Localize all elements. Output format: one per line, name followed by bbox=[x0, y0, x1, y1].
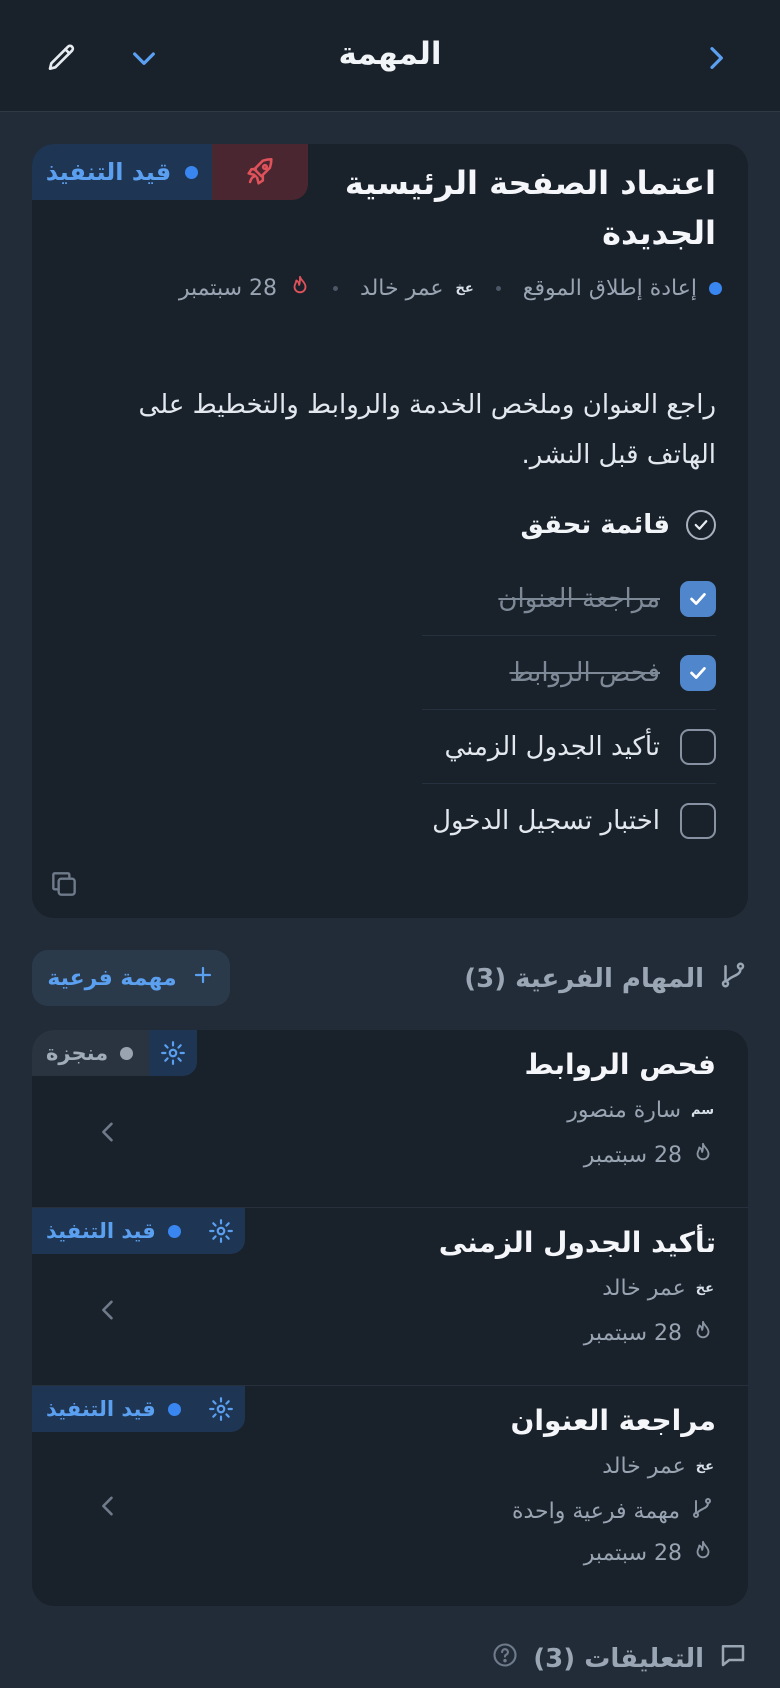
status-text: قيد التنفيذ bbox=[45, 158, 172, 186]
page-title: المهمة bbox=[338, 36, 442, 72]
subtask-assignee: سم سارة منصور bbox=[567, 1098, 714, 1123]
chevron-left-icon[interactable] bbox=[94, 1492, 122, 1524]
flame-icon bbox=[692, 1538, 714, 1568]
checklist-item-label: فحص الروابط bbox=[509, 657, 660, 688]
status-dot bbox=[167, 1224, 181, 1238]
status-badge: منجزة bbox=[32, 1030, 198, 1076]
avatar: سم bbox=[691, 1103, 714, 1118]
project-name[interactable]: إعادة إطلاق الموقع bbox=[523, 276, 697, 301]
separator bbox=[495, 285, 501, 291]
rocket-icon bbox=[212, 144, 308, 200]
subtask-due: 28 سبتمبر bbox=[584, 1538, 714, 1568]
comments-heading: التعليقات (3) bbox=[533, 1643, 704, 1674]
gear-icon bbox=[196, 1386, 245, 1432]
help-icon[interactable] bbox=[491, 1641, 519, 1676]
add-subtask-button[interactable]: مهمة فرعية bbox=[32, 950, 230, 1006]
checkbox-checked[interactable] bbox=[680, 654, 716, 691]
avatar: عخ bbox=[695, 1281, 714, 1296]
avatar: عخ bbox=[455, 280, 474, 296]
checklist-item[interactable]: فحص الروابط bbox=[422, 636, 716, 710]
checklist-item-label: مراجعة العنوان bbox=[498, 583, 660, 614]
subtasks-list: منجزة فحص الروابط سم سارة منصور 28 سبتمب… bbox=[32, 1030, 748, 1606]
separator bbox=[333, 285, 339, 291]
comments-header[interactable]: التعليقات (3) bbox=[491, 1640, 748, 1677]
description-line1: راجع العنوان وملخص الخدمة والروابط والتخ… bbox=[138, 390, 716, 420]
status-label-part: منجزة bbox=[32, 1030, 150, 1076]
add-subtask-label: مهمة فرعية bbox=[47, 965, 177, 991]
subtasks-heading: المهام الفرعية (3) bbox=[464, 963, 704, 994]
description-line2: الهاتف قبل النشر. bbox=[521, 440, 717, 470]
status-text: قيد التنفيذ bbox=[46, 1397, 156, 1421]
subtask-title: تأكيد الجدول الزمنى bbox=[438, 1226, 716, 1259]
checklist-item[interactable]: اختبار تسجيل الدخول bbox=[422, 784, 716, 858]
flame-icon bbox=[692, 1318, 714, 1348]
status-label-part: قيد التنفيذ bbox=[32, 1208, 197, 1254]
status-badge[interactable]: قيد التنفيذ bbox=[32, 144, 308, 200]
subtask-children: مهمة فرعية واحدة bbox=[512, 1496, 714, 1526]
subtasks-header: المهام الفرعية (3) bbox=[464, 960, 748, 997]
due-date: 28 سبتمبر bbox=[583, 1540, 682, 1566]
task-meta: إعادة إطلاق الموقع عخ عمر خالد 28 سبتمبر bbox=[179, 272, 722, 304]
project-dot bbox=[709, 281, 722, 295]
subtask-due: 28 سبتمبر bbox=[584, 1318, 714, 1348]
subtask-due: 28 سبتمبر bbox=[584, 1140, 714, 1170]
avatar: عخ bbox=[695, 1459, 714, 1474]
plus-icon bbox=[191, 963, 215, 993]
status-dot bbox=[120, 1046, 134, 1060]
subtask-assignee: عخ عمر خالد bbox=[602, 1276, 714, 1301]
task-title-line1: اعتماد الصفحة الرئيسية bbox=[344, 164, 716, 202]
checklist-item-label: تأكيد الجدول الزمني bbox=[444, 731, 660, 762]
subtask-title: فحص الروابط bbox=[524, 1048, 717, 1081]
subtask-row[interactable]: منجزة فحص الروابط سم سارة منصور 28 سبتمب… bbox=[32, 1030, 748, 1208]
top-bar: المهمة bbox=[0, 0, 780, 112]
checkbox-checked[interactable] bbox=[680, 580, 716, 617]
comment-icon bbox=[718, 1640, 748, 1677]
checklist-title: قائمة تحقق bbox=[520, 510, 670, 540]
subtask-row[interactable]: قيد التنفيذ تأكيد الجدول الزمنى عخ عمر خ… bbox=[32, 1208, 748, 1386]
assignee-name: سارة منصور bbox=[567, 1098, 682, 1123]
chevron-left-icon[interactable] bbox=[94, 1296, 122, 1328]
task-title-line2: الجديدة bbox=[602, 214, 716, 252]
due-date: 28 سبتمبر bbox=[583, 1142, 682, 1168]
subtask-assignee: عخ عمر خالد bbox=[602, 1454, 714, 1479]
branch-icon bbox=[690, 1496, 714, 1526]
status-dot bbox=[167, 1402, 181, 1416]
checklist-header: قائمة تحقق bbox=[521, 510, 716, 540]
task-card: قيد التنفيذ اعتماد الصفحة الرئيسية الجدي… bbox=[32, 144, 748, 918]
chevron-right-icon[interactable] bbox=[694, 36, 738, 80]
checkbox-unchecked[interactable] bbox=[680, 803, 716, 839]
status-badge: قيد التنفيذ bbox=[32, 1386, 245, 1432]
assignee-name: عمر خالد bbox=[602, 1276, 686, 1301]
status-text: منجزة bbox=[46, 1041, 109, 1065]
status-badge: قيد التنفيذ bbox=[32, 1208, 245, 1254]
task-description[interactable]: راجع العنوان وملخص الخدمة والروابط والتخ… bbox=[76, 380, 716, 480]
flame-icon bbox=[289, 273, 311, 303]
copy-icon[interactable] bbox=[44, 864, 84, 904]
checklist-item[interactable]: مراجعة العنوان bbox=[422, 562, 716, 636]
assignee-name: عمر خالد bbox=[602, 1454, 686, 1479]
assignee-name[interactable]: عمر خالد bbox=[360, 276, 444, 301]
gear-icon bbox=[149, 1030, 198, 1076]
status-label-part: قيد التنفيذ bbox=[32, 1386, 197, 1432]
checkbox-unchecked[interactable] bbox=[680, 728, 716, 765]
due-date[interactable]: 28 سبتمبر bbox=[179, 276, 277, 301]
checklist-item[interactable]: تأكيد الجدول الزمني bbox=[422, 710, 716, 784]
task-title: اعتماد الصفحة الرئيسية الجديدة bbox=[316, 158, 716, 258]
subtask-title: مراجعة العنوان bbox=[510, 1404, 716, 1437]
branch-icon bbox=[718, 960, 748, 997]
status-label-part: قيد التنفيذ bbox=[32, 144, 212, 200]
chevron-left-icon[interactable] bbox=[94, 1118, 122, 1150]
due-date: 28 سبتمبر bbox=[583, 1320, 682, 1346]
check-circle-icon bbox=[686, 510, 716, 540]
gear-icon bbox=[196, 1208, 245, 1254]
status-text: قيد التنفيذ bbox=[46, 1219, 156, 1243]
flame-icon bbox=[692, 1140, 714, 1170]
checklist-item-label: اختبار تسجيل الدخول bbox=[432, 806, 660, 836]
status-dot bbox=[185, 165, 199, 179]
subtask-row[interactable]: قيد التنفيذ مراجعة العنوان عخ عمر خالد م… bbox=[32, 1386, 748, 1606]
subtask-count: مهمة فرعية واحدة bbox=[511, 1498, 680, 1524]
